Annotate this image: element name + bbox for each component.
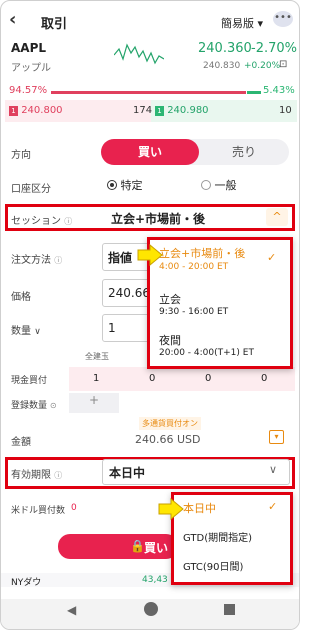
buy-tab[interactable]: 買い bbox=[101, 139, 199, 165]
nav-home-icon[interactable] bbox=[144, 602, 158, 616]
info-icon: ⓘ bbox=[54, 256, 63, 265]
check-icon: ✓ bbox=[268, 500, 278, 513]
promo-badge: 多通貨買付オン bbox=[139, 417, 201, 430]
back-icon[interactable]: ‹ bbox=[9, 9, 16, 30]
pointer-arrow-icon bbox=[137, 244, 163, 266]
ask-info: 1 240.980 bbox=[155, 105, 209, 116]
session-option-1-time: 9:30 - 16:00 ET bbox=[159, 307, 229, 317]
amount-label: 金額 bbox=[11, 437, 31, 448]
chevron-up-icon[interactable]: ^ bbox=[266, 208, 288, 226]
bid-percent: 94.57% bbox=[9, 85, 48, 96]
expiry-option-2[interactable]: GTC(90日間) bbox=[183, 558, 243, 573]
ticker-value: 43,43 bbox=[142, 575, 168, 585]
more-icon[interactable]: ••• bbox=[273, 11, 293, 27]
last-price: 240.360 bbox=[198, 41, 252, 56]
sell-tab[interactable]: 売り bbox=[199, 139, 289, 165]
symbol: AAPL bbox=[11, 41, 47, 55]
session-option-2[interactable]: 夜間 bbox=[159, 332, 181, 348]
trade-screen: ‹ 取引 簡易版 ▾ ••• AAPL アップル 240.360 -2.70% … bbox=[0, 0, 300, 630]
reg-add-button[interactable]: + bbox=[69, 393, 119, 413]
after-change: +0.20% bbox=[244, 61, 281, 71]
account-label: 口座区分 bbox=[11, 184, 51, 195]
order-type-value: 指値 bbox=[108, 251, 133, 265]
usd-label: 米ドル買付数 bbox=[11, 506, 66, 516]
usd-value: 0 bbox=[71, 503, 77, 513]
ask-bar bbox=[247, 91, 261, 94]
cash-value-1: 0 bbox=[149, 373, 156, 384]
radio-checked-icon bbox=[107, 180, 117, 190]
lock-icon: 🔒 bbox=[130, 539, 145, 553]
price-value: 240.66 bbox=[108, 286, 150, 300]
bid-info: 1 240.800 bbox=[9, 105, 63, 116]
info-icon: ⓘ bbox=[64, 217, 73, 226]
nav-recent-icon[interactable] bbox=[224, 604, 235, 615]
info-icon: ⓘ bbox=[54, 471, 63, 480]
price-label: 価格 bbox=[11, 292, 31, 303]
qty-label[interactable]: 数量 ∨ bbox=[11, 322, 41, 337]
cash-value-0: 1 bbox=[93, 373, 100, 384]
session-value[interactable]: 立会+市場前・後 bbox=[111, 210, 205, 227]
pointer-arrow-icon bbox=[158, 498, 184, 520]
session-option-1[interactable]: 立会 bbox=[159, 291, 181, 307]
sparkline-icon bbox=[114, 43, 164, 65]
bid-size: 174 bbox=[133, 105, 153, 116]
qty-header: 全建玉 bbox=[85, 352, 109, 361]
account-radio-tokutei[interactable]: 特定 bbox=[107, 177, 143, 193]
submit-buy-button[interactable]: 🔒 買い bbox=[58, 534, 178, 559]
ask-level-badge: 1 bbox=[155, 106, 164, 116]
qty-value: 1 bbox=[108, 321, 116, 335]
nav-back-icon[interactable]: ◀ bbox=[67, 603, 76, 617]
direction-label: 方向 bbox=[11, 150, 31, 161]
bid-bar bbox=[51, 91, 246, 94]
prev-price: 240.830 bbox=[203, 61, 241, 71]
mode-select[interactable]: 簡易版 ▾ bbox=[221, 15, 263, 31]
chevron-down-icon: ∨ bbox=[34, 327, 41, 337]
amount-value: 240.66 USD bbox=[135, 433, 201, 446]
chevron-down-icon[interactable]: ∨ bbox=[269, 463, 277, 476]
submit-label: 買い bbox=[144, 541, 169, 555]
ticker-name: NYダウ bbox=[11, 578, 42, 588]
ask-percent: 5.43% bbox=[263, 85, 295, 96]
radio-unchecked-icon bbox=[201, 180, 211, 190]
cash-label: 現金買付 bbox=[11, 376, 48, 386]
account-opt1: 特定 bbox=[120, 179, 143, 192]
order-type-label: 注文方法 ⓘ bbox=[11, 255, 63, 266]
session-option-2-time: 20:00 - 4:00(T+1) ET bbox=[159, 348, 254, 358]
account-radio-ippan[interactable]: 一般 bbox=[201, 177, 237, 193]
ask-size: 10 bbox=[279, 105, 292, 116]
expiry-value: 本日中 bbox=[109, 466, 146, 480]
expiry-label: 有効期限 ⓘ bbox=[11, 470, 63, 481]
ask-price: 240.980 bbox=[167, 105, 209, 116]
reg-label: 登録数量 ⊙ bbox=[11, 401, 57, 411]
session-label: セッション ⓘ bbox=[11, 216, 73, 227]
bid-level-badge: 1 bbox=[9, 106, 18, 116]
settings-icon: ⊙ bbox=[49, 401, 57, 410]
expiry-option-0[interactable]: 本日中 bbox=[183, 500, 216, 516]
page-title: 取引 bbox=[41, 17, 68, 32]
price-change: -2.70% bbox=[251, 41, 297, 56]
bid-price: 240.800 bbox=[21, 105, 63, 116]
symbol-name: アップル bbox=[11, 63, 51, 74]
expiry-option-1[interactable]: GTD(期間指定) bbox=[183, 529, 252, 544]
check-icon: ✓ bbox=[267, 251, 277, 264]
expand-icon[interactable]: ⊡ bbox=[279, 59, 287, 70]
cash-value-3: 0 bbox=[261, 373, 268, 384]
session-option-0[interactable]: 立会+市場前・後 bbox=[159, 245, 245, 261]
cash-value-2: 0 bbox=[205, 373, 212, 384]
calculator-icon[interactable]: ▾ bbox=[269, 430, 284, 444]
session-option-0-time: 4:00 - 20:00 ET bbox=[159, 262, 229, 272]
account-opt2: 一般 bbox=[214, 179, 237, 192]
